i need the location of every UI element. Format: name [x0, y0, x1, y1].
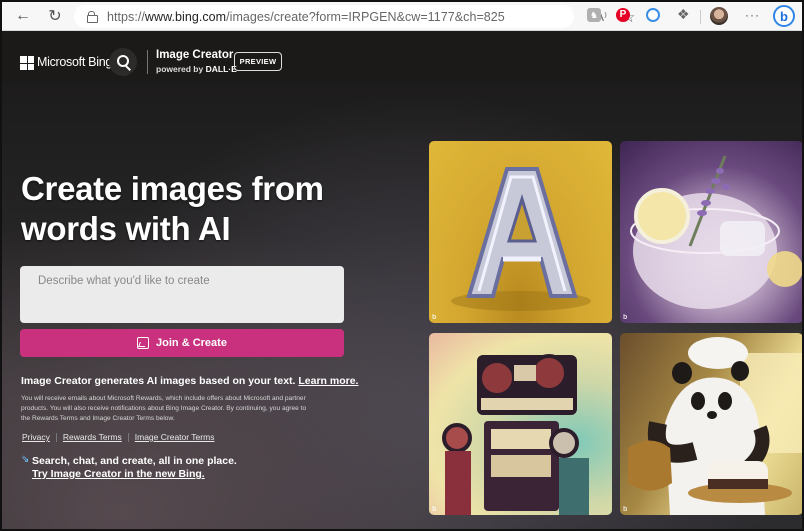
footer-links: Privacy Rewards Terms Image Creator Term…	[22, 432, 214, 442]
hero-title-line2: words with AI	[21, 210, 231, 247]
browser-window: ← ↻ https://www.bing.com/images/create?f…	[0, 0, 804, 531]
password-extension-icon[interactable]	[646, 8, 660, 22]
bing-watermark-icon: b	[623, 506, 628, 513]
site-header: Microsoft Bing Image Creator powered by …	[2, 31, 802, 83]
url-scheme: https://	[107, 10, 145, 24]
extensions-puzzle-icon[interactable]: ❖	[677, 6, 693, 22]
image-create-icon	[137, 337, 150, 349]
lavender-cocktail-art	[630, 155, 802, 309]
retro-robot-art	[442, 354, 589, 515]
image-creator-terms-link[interactable]: Image Creator Terms	[135, 432, 215, 442]
rewards-disclaimer: You will receive emails about Microsoft …	[21, 395, 307, 422]
link-separator	[127, 432, 129, 442]
microsoft-logo-icon[interactable]	[20, 56, 34, 70]
link-separator	[55, 432, 57, 442]
panda-chef-art	[628, 337, 802, 515]
hero-title: Create images from words with AI	[21, 169, 324, 249]
lock-icon	[87, 11, 98, 23]
main-content: Create images fromwords with AI Join & C…	[2, 83, 802, 529]
new-bing-arrow-icon: ⇘	[21, 454, 30, 465]
join-create-label: Join & Create	[156, 337, 227, 349]
more-options-icon[interactable]: ···	[745, 8, 760, 22]
bing-watermark-icon: b	[432, 314, 437, 321]
try-new-bing-link[interactable]: Try Image Creator in the new Bing.	[32, 468, 205, 480]
toolbar-divider	[700, 10, 701, 24]
profile-avatar[interactable]	[710, 7, 728, 25]
address-bar[interactable]: https://www.bing.com/images/create?form=…	[74, 5, 635, 28]
reload-icon[interactable]: ↻	[44, 6, 66, 26]
info-text-body: Image Creator generates AI images based …	[21, 375, 299, 387]
preview-badge: PREVIEW	[234, 52, 282, 71]
gallery-image-panda-chef[interactable]: b	[620, 333, 802, 515]
privacy-link[interactable]: Privacy	[22, 432, 50, 442]
powered-by-name: DALL·E	[205, 64, 237, 74]
back-arrow-icon[interactable]: ←	[12, 6, 34, 26]
join-create-button[interactable]: Join & Create	[20, 329, 344, 357]
rewards-terms-link[interactable]: Rewards Terms	[63, 432, 122, 442]
browser-toolbar: ← ↻ https://www.bing.com/images/create?f…	[2, 2, 802, 31]
header-divider	[147, 50, 148, 74]
hero-title-line1: Create images from	[21, 170, 324, 207]
prompt-input[interactable]	[20, 266, 344, 323]
learn-more-link[interactable]: Learn more.	[298, 375, 358, 387]
chrome-letter-a-art	[451, 167, 591, 311]
gallery-image-retro-robot[interactable]: b	[429, 333, 612, 515]
url-text[interactable]: https://www.bing.com/images/create?form=…	[107, 10, 505, 24]
url-host: www.bing.com	[144, 10, 227, 24]
bing-watermark-icon: b	[432, 506, 437, 513]
powered-by-prefix: powered by	[156, 64, 206, 74]
extension-icon[interactable]: ♞	[587, 8, 601, 22]
gallery-image-chrome-letter-a[interactable]: b	[429, 141, 612, 323]
gallery-image-lavender-cocktail[interactable]: b	[620, 141, 802, 323]
bing-chat-icon[interactable]: b	[773, 5, 795, 27]
promo-text: Search, chat, and create, all in one pla…	[32, 455, 237, 467]
pinterest-extension-icon[interactable]: P	[616, 8, 630, 22]
powered-by: powered by DALL·E	[156, 64, 237, 74]
product-title: Image Creator	[156, 49, 234, 61]
info-text: Image Creator generates AI images based …	[21, 375, 358, 387]
url-path: /images/create?form=IRPGEN&cw=1177&ch=82…	[226, 10, 505, 24]
bing-watermark-icon: b	[623, 314, 628, 321]
brand-name[interactable]: Microsoft Bing	[37, 55, 112, 69]
search-icon[interactable]	[109, 48, 137, 76]
